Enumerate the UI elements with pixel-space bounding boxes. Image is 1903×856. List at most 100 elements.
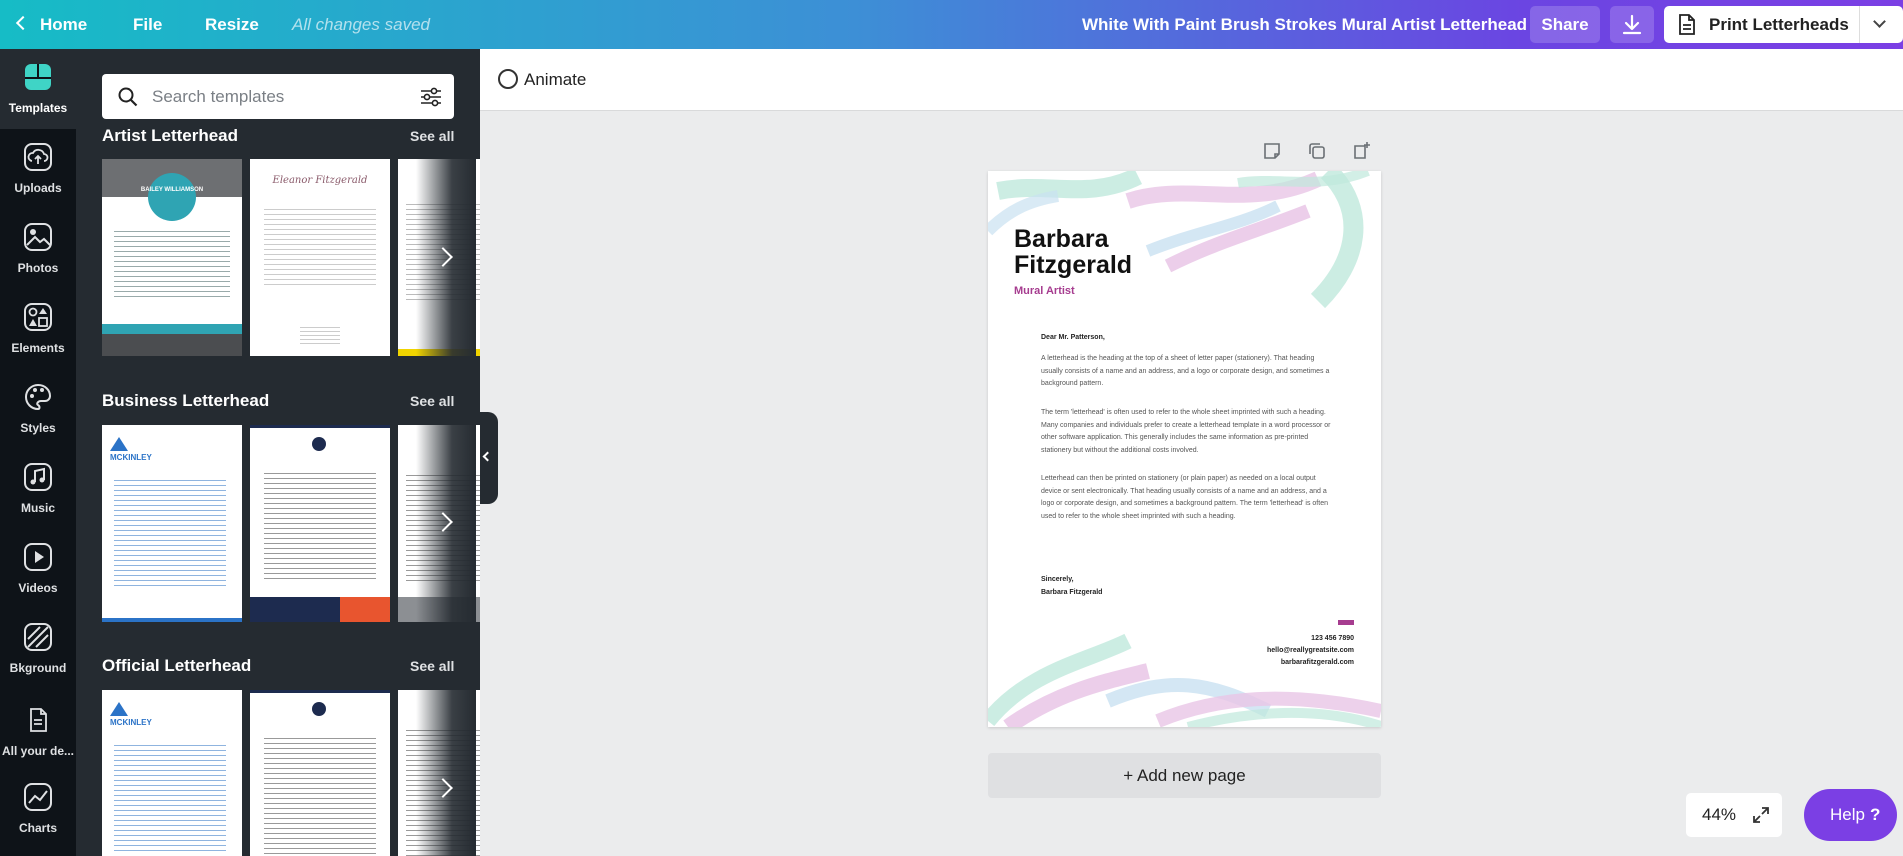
top-bar: Home File Resize All changes saved White… [0, 0, 1903, 49]
side-nav: Templates Uploads Photos Elements Styles… [0, 49, 76, 856]
file-menu[interactable]: File [133, 0, 162, 49]
download-icon [1622, 14, 1642, 35]
nav-label: Music [20, 501, 55, 515]
thumb-logo [110, 437, 128, 451]
search-icon [118, 87, 138, 107]
thumb-logo [312, 437, 326, 451]
nav-label: Uploads [14, 181, 62, 195]
expand-icon[interactable] [1752, 806, 1770, 824]
template-thumbnail[interactable]: MCKINLEY [102, 425, 242, 622]
shapes-icon [24, 303, 52, 331]
share-button[interactable]: Share [1530, 6, 1600, 43]
thumb-title: MCKINLEY [110, 718, 152, 727]
see-all-official[interactable]: See all [410, 658, 454, 674]
nav-label: Videos [18, 581, 58, 595]
thumb-title: BAILEY WILLIAMSON [140, 187, 204, 193]
design-page[interactable]: Barbara Fitzgerald Mural Artist Dear Mr. … [988, 171, 1381, 727]
nav-music[interactable]: Music [0, 449, 76, 529]
thumb-text-lines [264, 473, 376, 583]
save-status: All changes saved [292, 15, 430, 34]
nav-templates[interactable]: Templates [0, 49, 76, 129]
photo-icon [24, 223, 52, 251]
add-new-page-button[interactable]: + Add new page [988, 753, 1381, 798]
thumb-footer-bar [102, 618, 242, 622]
thumb-title: Eleanor Fitzgerald [272, 175, 368, 186]
contact-website[interactable]: barbarafitzgerald.com [1281, 659, 1354, 666]
chevron-down-icon[interactable] [1873, 15, 1886, 28]
thumb-text-lines [264, 209, 376, 289]
nav-uploads[interactable]: Uploads [0, 129, 76, 209]
duplicate-page-icon[interactable] [1307, 141, 1327, 161]
thumb-header-bar [250, 690, 390, 693]
help-button[interactable]: Help ? [1804, 789, 1897, 841]
document-icon [1679, 14, 1695, 35]
salutation[interactable]: Dear Mr. Patterson, [1041, 334, 1105, 341]
thumb-logo [312, 702, 326, 716]
template-thumbnail[interactable]: Eleanor Fitzgerald [250, 159, 390, 356]
home-label: Home [40, 15, 88, 34]
collapse-panel-button[interactable] [480, 412, 498, 504]
thumb-footer-navy [250, 597, 340, 622]
nav-elements[interactable]: Elements [0, 289, 76, 369]
thumb-text-lines [114, 745, 226, 855]
search-placeholder: Search templates [152, 87, 285, 106]
upload-cloud-icon [24, 143, 52, 171]
home-button[interactable]: Home [15, 0, 88, 49]
letterhead-name[interactable]: Barbara Fitzgerald [1014, 226, 1132, 278]
signature[interactable]: Barbara Fitzgerald [1041, 589, 1102, 596]
template-thumbnail[interactable] [250, 690, 390, 856]
nav-background[interactable]: Bkground [0, 609, 76, 689]
closing[interactable]: Sincerely, [1041, 576, 1074, 583]
thumb-footer-orange [340, 597, 390, 622]
download-button[interactable] [1610, 6, 1654, 43]
add-page-icon[interactable] [1352, 141, 1372, 161]
paragraph-3[interactable]: Letterhead can then be printed on statio… [1041, 473, 1331, 523]
search-input[interactable]: Search templates [102, 74, 454, 119]
nav-label: Styles [20, 421, 56, 435]
nav-all-designs[interactable]: All your de... [0, 692, 76, 772]
nav-label: All your de... [1, 744, 74, 758]
template-thumbnail[interactable]: MCKINLEY [102, 690, 242, 856]
nav-videos[interactable]: Videos [0, 529, 76, 609]
contact-email[interactable]: hello@reallygreatsite.com [1267, 647, 1354, 654]
question-icon: ? [1870, 805, 1881, 824]
nav-label: Photos [17, 261, 59, 275]
background-icon [24, 623, 52, 651]
section-title-official: Official Letterhead [102, 656, 252, 675]
thumb-footer-image [102, 334, 242, 356]
editor-toolbar: Animate [480, 49, 1903, 111]
section-title-artist: Artist Letterhead [102, 126, 239, 145]
templates-panel: Search templates Artist Letterhead See a… [76, 49, 480, 856]
see-all-artist[interactable]: See all [410, 128, 454, 144]
chart-icon [24, 783, 52, 811]
template-thumbnail[interactable]: BAILEY WILLIAMSON [102, 159, 242, 356]
letterhead-role[interactable]: Mural Artist [1014, 285, 1075, 297]
print-label: Print Letterheads [1709, 15, 1849, 34]
nav-styles[interactable]: Styles [0, 369, 76, 449]
nav-charts[interactable]: Charts [0, 769, 76, 849]
nav-photos[interactable]: Photos [0, 209, 76, 289]
see-all-business[interactable]: See all [410, 393, 454, 409]
music-icon [24, 463, 52, 491]
document-title[interactable]: White With Paint Brush Strokes Mural Art… [1082, 0, 1527, 49]
chevron-left-icon [482, 451, 493, 462]
contact-phone[interactable]: 123 456 7890 [1311, 635, 1354, 642]
animate-icon [498, 68, 518, 89]
template-thumbnail[interactable] [250, 425, 390, 622]
carousel-fade [416, 690, 476, 856]
zoom-control[interactable]: 44% [1686, 793, 1782, 837]
resize-menu[interactable]: Resize [205, 0, 259, 49]
filter-icon[interactable] [420, 86, 442, 108]
note-icon[interactable] [1262, 141, 1282, 161]
divider [1859, 6, 1860, 43]
nav-label: Charts [18, 821, 57, 835]
zoom-level: 44% [1702, 805, 1737, 824]
print-button[interactable]: Print Letterheads [1664, 6, 1903, 43]
thumb-footer-lines [300, 327, 340, 345]
paragraph-1[interactable]: A letterhead is the heading at the top o… [1041, 353, 1331, 391]
animate-button[interactable]: Animate [498, 49, 586, 111]
palette-icon [25, 383, 52, 411]
nav-label: Bkground [9, 661, 67, 675]
paragraph-2[interactable]: The term 'letterhead' is often used to r… [1041, 407, 1331, 457]
thumb-badge [148, 173, 196, 221]
